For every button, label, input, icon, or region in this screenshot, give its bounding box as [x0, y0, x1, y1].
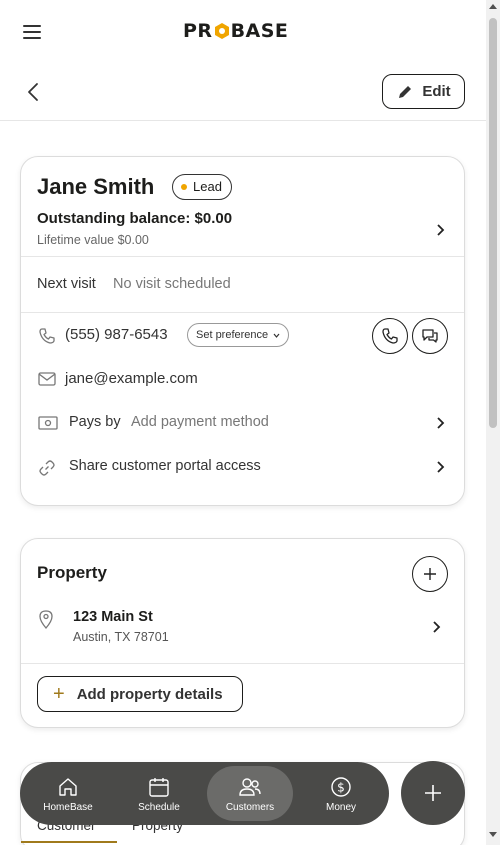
- email-address[interactable]: jane@example.com: [65, 370, 198, 387]
- status-dot-icon: [181, 184, 187, 190]
- chat-bubbles-icon: [422, 329, 438, 343]
- scroll-up-arrow-icon[interactable]: [489, 4, 497, 9]
- nav-homebase-label: HomeBase: [43, 802, 93, 813]
- plus-icon: +: [53, 682, 65, 705]
- property-address-line1[interactable]: 123 Main St: [73, 609, 153, 625]
- chevron-down-icon: [273, 333, 280, 338]
- nav-customers[interactable]: Customers: [207, 766, 293, 821]
- phone-call-icon: [382, 328, 398, 344]
- add-payment-method-link[interactable]: Add payment method: [131, 414, 269, 430]
- create-new-fab-button[interactable]: [401, 761, 465, 825]
- plus-icon: [424, 568, 436, 580]
- message-button[interactable]: [412, 318, 448, 354]
- phone-number[interactable]: (555) 987-6543: [65, 326, 168, 343]
- probase-logo: PR BASE: [183, 20, 288, 42]
- nav-homebase[interactable]: HomeBase: [25, 766, 111, 821]
- property-title: Property: [37, 563, 107, 582]
- nav-money[interactable]: $ Money: [298, 766, 384, 821]
- divider: [21, 663, 464, 664]
- link-icon: [39, 460, 55, 476]
- outstanding-balance[interactable]: Outstanding balance: $0.00: [37, 210, 232, 227]
- plus-icon: [425, 785, 441, 801]
- add-property-details-label: Add property details: [76, 685, 223, 703]
- property-address-line2: Austin, TX 78701: [73, 630, 169, 644]
- lifetime-value: Lifetime value $0.00: [37, 233, 149, 247]
- email-icon: [38, 372, 56, 386]
- users-icon: [239, 778, 261, 796]
- location-pin-icon: [39, 610, 53, 629]
- top-bar: PR BASE: [0, 0, 486, 64]
- property-chevron-right-icon[interactable]: [431, 621, 441, 633]
- payment-chevron-right-icon[interactable]: [435, 417, 445, 429]
- scroll-down-arrow-icon[interactable]: [489, 832, 497, 837]
- balance-chevron-right-icon[interactable]: [435, 224, 445, 236]
- cash-icon: [38, 416, 58, 430]
- customer-summary-card: Jane Smith Lead Outstanding balance: $0.…: [20, 156, 465, 506]
- next-visit-value: No visit scheduled: [113, 276, 231, 292]
- divider: [21, 256, 464, 257]
- set-preference-label: Set preference: [196, 329, 269, 341]
- status-badge: Lead: [172, 174, 232, 200]
- logo-text-right: BASE: [230, 20, 289, 42]
- portal-chevron-right-icon[interactable]: [435, 461, 445, 473]
- logo-text-left: PR: [183, 20, 213, 42]
- logo-hexagon-icon: [214, 23, 229, 39]
- set-preference-dropdown[interactable]: Set preference: [187, 323, 290, 347]
- nav-money-label: Money: [325, 802, 356, 813]
- property-card: Property 123 Main St Austin, TX 78701 + …: [20, 538, 465, 728]
- add-property-button[interactable]: [412, 556, 448, 592]
- add-property-details-button[interactable]: + Add property details: [37, 676, 243, 712]
- edit-button-label: Edit: [422, 83, 451, 100]
- pencil-icon: [399, 85, 412, 98]
- next-visit-label: Next visit: [37, 276, 96, 292]
- customer-name: Jane Smith: [37, 174, 155, 199]
- nav-schedule-label: Schedule: [138, 802, 180, 813]
- home-icon: [59, 778, 77, 796]
- bottom-navigation: HomeBase Schedule Customers $ Money: [20, 762, 389, 825]
- sub-header: Edit: [0, 64, 486, 121]
- pays-by-label: Pays by: [69, 414, 121, 430]
- nav-schedule[interactable]: Schedule: [116, 766, 202, 821]
- phone-icon: [39, 328, 55, 344]
- nav-customers-label: Customers: [225, 802, 275, 813]
- svg-text:$: $: [337, 781, 345, 795]
- share-portal-access[interactable]: Share customer portal access: [69, 458, 261, 474]
- divider: [21, 312, 464, 313]
- status-badge-label: Lead: [193, 179, 222, 194]
- hamburger-menu-icon[interactable]: [23, 25, 41, 39]
- calendar-icon: [149, 778, 169, 797]
- edit-button[interactable]: Edit: [382, 74, 465, 109]
- dollar-icon: $: [331, 777, 351, 797]
- call-button[interactable]: [372, 318, 408, 354]
- active-tab-indicator: [21, 841, 117, 843]
- scrollbar-thumb[interactable]: [489, 18, 497, 428]
- back-arrow-icon[interactable]: [24, 82, 42, 102]
